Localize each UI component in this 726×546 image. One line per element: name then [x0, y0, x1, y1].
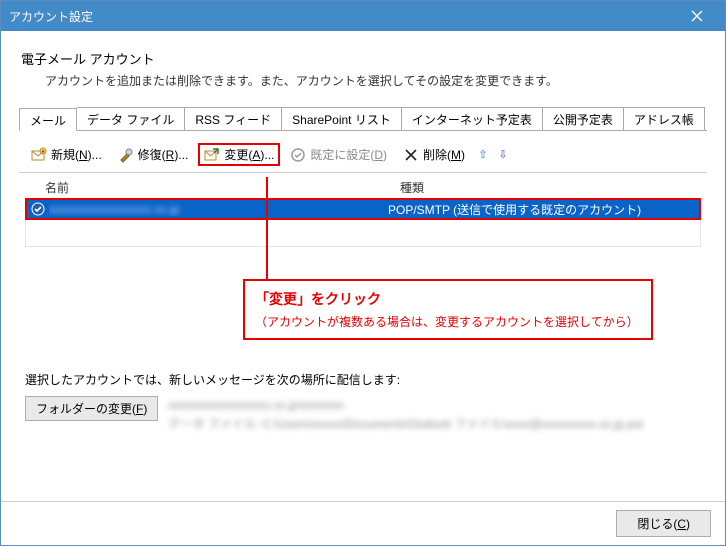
repair-account-label: 修復(R)... [138, 146, 189, 163]
svg-text:★: ★ [41, 149, 46, 155]
column-name[interactable]: 名前 [29, 179, 400, 196]
change-folder-button[interactable]: フォルダーの変更(F) [25, 396, 158, 421]
titlebar: アカウント設定 [1, 1, 725, 31]
window-close-button[interactable] [677, 1, 717, 31]
accounts-toolbar: ★ 新規(N)... 修復(R)... 変更(A) [19, 133, 707, 173]
new-account-button[interactable]: ★ 新規(N)... [25, 143, 108, 166]
delivery-section: 選択したアカウントでは、新しいメッセージを次の場所に配信します: フォルダーの変… [19, 371, 707, 434]
delete-account-button[interactable]: 削除(M) [397, 143, 471, 166]
column-type[interactable]: 種類 [400, 179, 697, 196]
tab-published-calendars[interactable]: 公開予定表 [543, 107, 624, 130]
change-account-label: 変更(A)... [224, 146, 274, 163]
tab-address-books[interactable]: アドレス帳 [624, 107, 705, 130]
repair-icon [118, 147, 134, 163]
arrow-down-icon: ⇩ [498, 148, 507, 161]
account-name-cell: xxxxxxxxxxxxxxxxx.xx.jp [49, 202, 384, 216]
default-check-icon [31, 202, 45, 216]
tab-mail[interactable]: メール [19, 108, 77, 131]
account-type-cell: POP/SMTP (送信で使用する既定のアカウント) [384, 201, 697, 218]
repair-account-button[interactable]: 修復(R)... [112, 143, 195, 166]
tabs-container: メール データ ファイル RSS フィード SharePoint リスト インタ… [19, 107, 707, 434]
change-account-button[interactable]: 変更(A)... [198, 143, 280, 166]
intro-title: 電子メール アカウント [21, 49, 707, 68]
delete-icon [403, 147, 419, 163]
dialog-body: 電子メール アカウント アカウントを追加または削除できます。また、アカウントを選… [1, 31, 725, 501]
close-dialog-button[interactable]: 閉じる(C) [616, 510, 711, 537]
window-title: アカウント設定 [9, 8, 677, 25]
tab-rss-feeds[interactable]: RSS フィード [185, 107, 282, 130]
delivery-row: フォルダーの変更(F) xxxxxxxxxxxxxxxxx.xx.jp\xxxx… [25, 396, 701, 434]
dialog-footer: 閉じる(C) [1, 501, 725, 545]
tab-strip: メール データ ファイル RSS フィード SharePoint リスト インタ… [19, 107, 707, 131]
delivery-path-text: xxxxxxxxxxxxxxxxx.xx.jp\xxxxxxx データ ファイル… [168, 396, 701, 434]
move-up-button[interactable]: ⇧ [475, 147, 491, 163]
annotation-desc: （アカウントが複数ある場合は、変更するアカウントを選択してから） [255, 313, 641, 330]
annotation-callout: 「変更」をクリック （アカウントが複数ある場合は、変更するアカウントを選択してか… [243, 279, 653, 340]
list-empty-area [25, 220, 701, 247]
set-default-label: 既定に設定(D) [310, 146, 387, 163]
close-icon [691, 10, 703, 22]
new-account-label: 新規(N)... [51, 146, 102, 163]
accounts-list: 名前 種類 xxxxxxxxxxxxxxxxx.xx.jp POP/SMTP (… [25, 177, 701, 247]
arrow-up-icon: ⇧ [478, 148, 487, 161]
intro-description: アカウントを追加または削除できます。また、アカウントを選択してその設定を変更でき… [45, 72, 707, 89]
account-row[interactable]: xxxxxxxxxxxxxxxxx.xx.jp POP/SMTP (送信で使用す… [25, 198, 701, 220]
account-settings-window: アカウント設定 電子メール アカウント アカウントを追加または削除できます。また… [0, 0, 726, 546]
change-icon [204, 147, 220, 163]
move-down-button[interactable]: ⇩ [495, 147, 511, 163]
tab-data-files[interactable]: データ ファイル [77, 107, 185, 130]
new-mail-icon: ★ [31, 147, 47, 163]
delete-account-label: 削除(M) [423, 146, 465, 163]
delivery-label: 選択したアカウントでは、新しいメッセージを次の場所に配信します: [25, 371, 701, 388]
tab-sharepoint-lists[interactable]: SharePoint リスト [282, 107, 402, 130]
set-default-button[interactable]: 既定に設定(D) [284, 143, 393, 166]
set-default-icon [290, 147, 306, 163]
accounts-list-header: 名前 種類 [25, 177, 701, 198]
tab-internet-calendars[interactable]: インターネット予定表 [402, 107, 543, 130]
annotation-title: 「変更」をクリック [255, 289, 641, 309]
